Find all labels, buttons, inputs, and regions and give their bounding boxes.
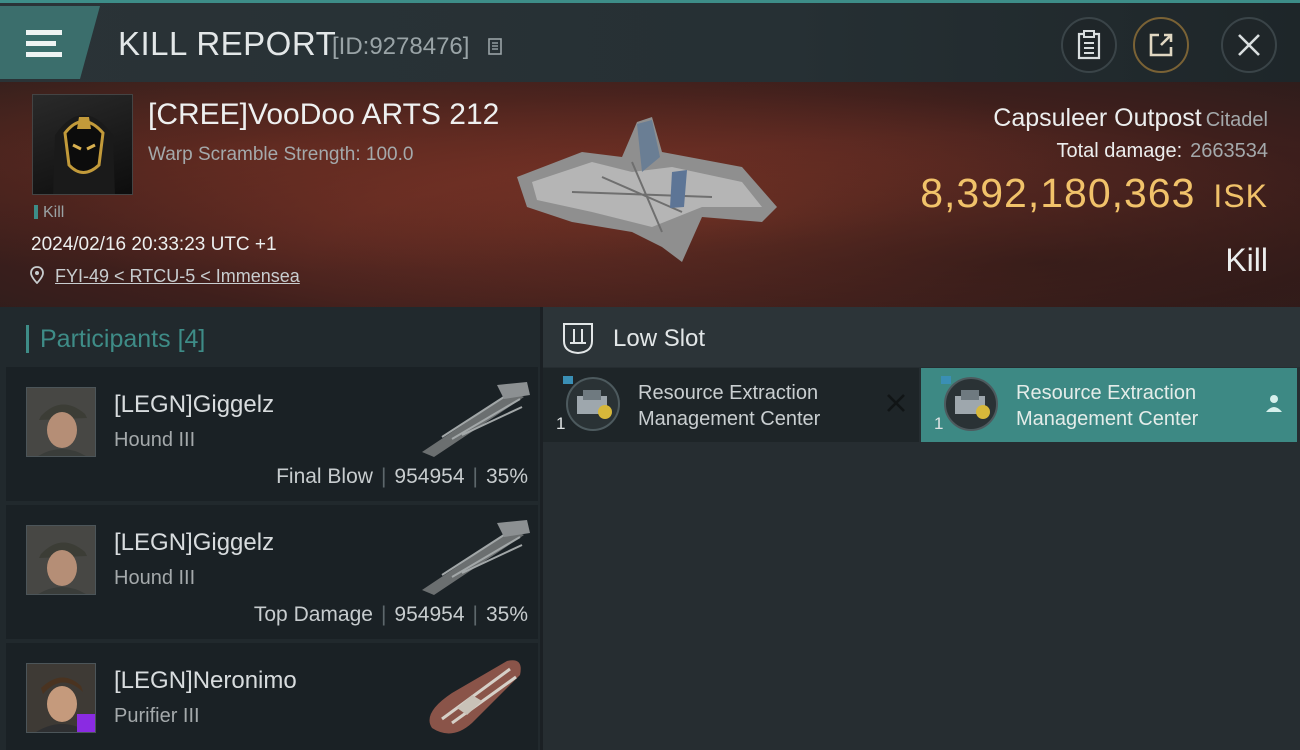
module-name-line1: Resource Extraction: [1016, 382, 1197, 404]
destroyed-x-icon: [887, 394, 905, 412]
location-pin-icon: [30, 266, 44, 285]
clipboard-icon: [1077, 30, 1101, 60]
victim-portrait[interactable]: [32, 94, 133, 195]
participants-label: Participants: [40, 325, 171, 353]
module-name-line2: Management Center: [638, 408, 821, 430]
low-slot-icon: [563, 323, 593, 355]
participant-card[interactable]: [LEGN]Giggelz Hound III Top Damage | 95495…: [6, 505, 538, 639]
target-name: Capsuleer Outpost Citadel: [993, 104, 1268, 133]
participant-ship: Hound III: [114, 567, 196, 589]
module-quantity: 1: [934, 414, 944, 433]
participant-stats: Final Blow | 954954 | 35%: [276, 465, 528, 488]
location-text[interactable]: FYI-49 < RTCU-5 < Immensea: [55, 266, 300, 286]
participant-role: Final Blow: [276, 465, 373, 488]
victim-name: [CREE]VooDoo ARTS 212: [148, 98, 500, 131]
participant-ship: Hound III: [114, 429, 196, 451]
share-button[interactable]: [1133, 17, 1189, 73]
slot-title: Low Slot: [613, 325, 706, 352]
clipboard-button[interactable]: [1061, 17, 1117, 73]
participant-name: [LEGN]Giggelz: [114, 391, 275, 418]
module-item[interactable]: 1 Resource Extraction Management Center: [921, 368, 1297, 442]
person-icon: [1266, 395, 1282, 412]
participant-percent: 35%: [485, 603, 528, 626]
module-icon: [941, 376, 998, 431]
top-bar: KILL REPORT [ID:9278476]: [0, 0, 1300, 82]
participant-card[interactable]: [LEGN]Giggelz Hound III Final Blow | 95495…: [6, 367, 538, 501]
participant-damage: 954954: [394, 465, 465, 488]
ship-image: [429, 660, 521, 734]
module-item[interactable]: 1 Resource Extraction Management Center: [543, 368, 919, 442]
total-damage-value: 2663534: [1190, 140, 1268, 162]
participant-card[interactable]: [LEGN]Neronimo Purifier III: [6, 643, 538, 750]
location-link[interactable]: FYI-49 < RTCU-5 < Immensea: [30, 266, 300, 287]
module-quantity: 1: [556, 414, 566, 433]
kill-banner: [CREE]VooDoo ARTS 212 Warp Scramble Stre…: [0, 82, 1300, 307]
citadel-ship-image: [517, 117, 777, 262]
module-icon: [563, 376, 620, 431]
total-damage: Total damage: 2663534: [1056, 140, 1268, 163]
participant-damage: 954954: [394, 603, 465, 626]
participants-count: [4]: [177, 325, 206, 353]
kill-datetime: 2024/02/16 20:33:23 UTC +1: [31, 234, 277, 255]
copy-icon[interactable]: [488, 38, 504, 56]
kill-tag: Kill: [34, 204, 64, 222]
participant-name: [LEGN]Neronimo: [114, 667, 297, 694]
participant-stats: Top Damage | 954954 | 35%: [253, 603, 528, 626]
module-name: Resource Extraction Management Center: [638, 380, 820, 432]
menu-button[interactable]: [0, 6, 100, 79]
victim-subtitle: Warp Scramble Strength: 100.0: [148, 144, 414, 165]
slot-header: Low Slot: [543, 307, 1300, 367]
module-name: Resource Extraction Management Center: [1016, 380, 1198, 432]
participants-header: Participants [4]: [25, 325, 206, 354]
isk-value: 8,392,180,363 ISK: [920, 170, 1268, 217]
weapon-image: [422, 382, 530, 457]
participant-portrait: [26, 525, 96, 595]
report-id: [ID:9278476]: [332, 33, 470, 60]
participant-portrait: [26, 387, 96, 457]
target-name-text: Capsuleer Outpost: [993, 104, 1202, 132]
total-damage-label: Total damage:: [1056, 140, 1183, 162]
role-badge: [77, 714, 95, 732]
close-button[interactable]: [1221, 17, 1277, 73]
target-class: Citadel: [1205, 109, 1268, 131]
page-title: KILL REPORT: [118, 25, 337, 62]
participant-percent: 35%: [485, 465, 528, 488]
close-icon: [1238, 34, 1260, 56]
module-name-line1: Resource Extraction: [638, 382, 819, 404]
fitting-panel: Low Slot 1 Resource Extraction Managemen…: [543, 307, 1300, 750]
weapon-image: [422, 520, 530, 595]
module-name-line2: Management Center: [1016, 408, 1199, 430]
participant-name: [LEGN]Giggelz: [114, 529, 275, 556]
participants-panel: Participants [4] [LEGN]Giggelz Hound III…: [0, 307, 540, 750]
participant-portrait: [26, 663, 96, 733]
participant-ship: Purifier III: [114, 705, 200, 727]
isk-amount: 8,392,180,363: [920, 170, 1196, 216]
share-icon: [1149, 33, 1173, 57]
result-label: Kill: [1225, 242, 1268, 278]
isk-unit: ISK: [1213, 178, 1268, 214]
participant-role: Top Damage: [253, 603, 373, 626]
